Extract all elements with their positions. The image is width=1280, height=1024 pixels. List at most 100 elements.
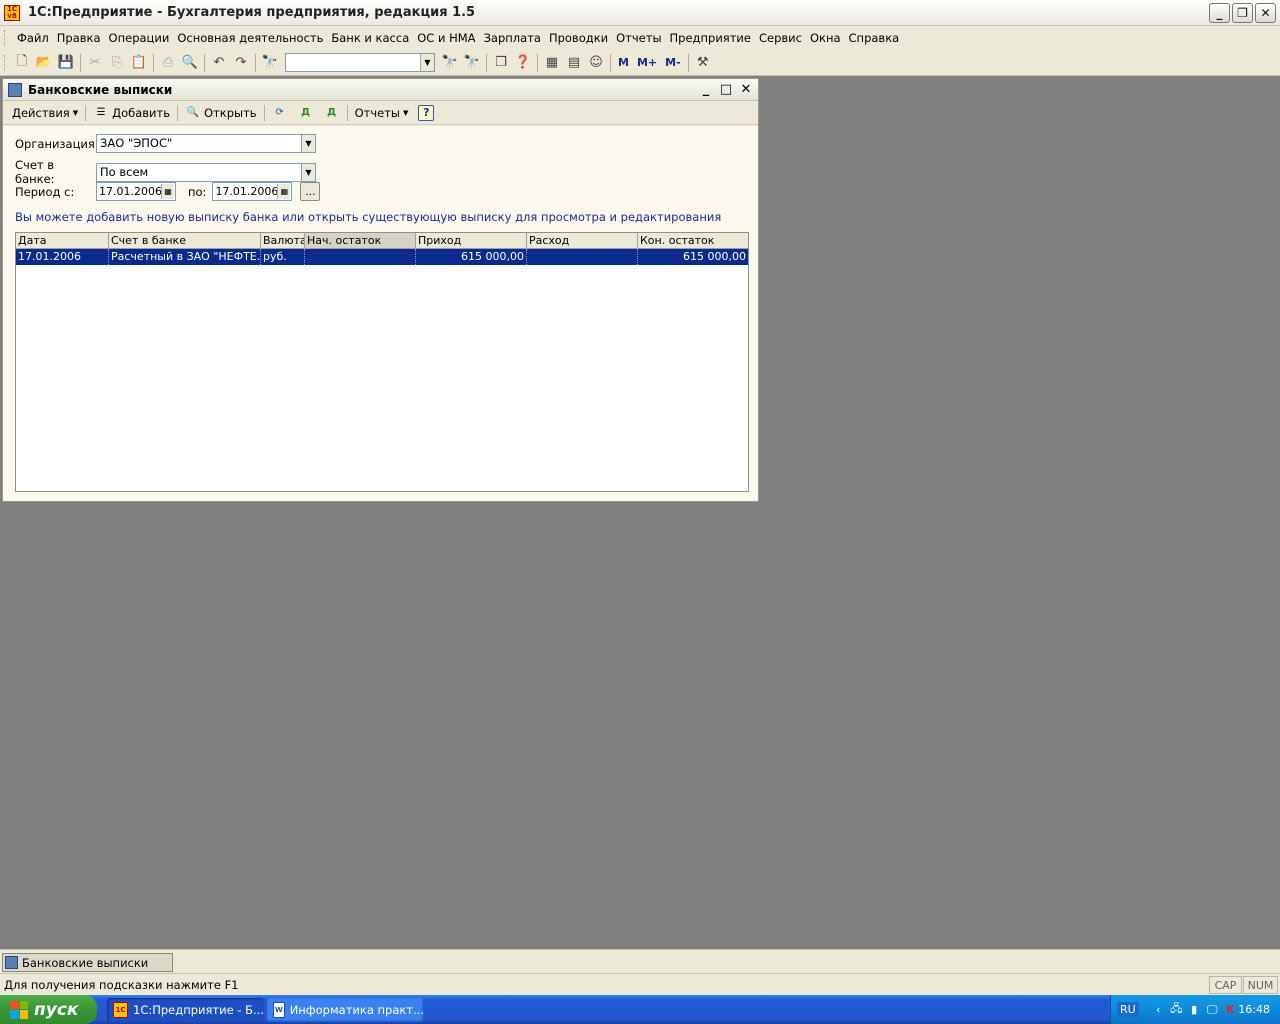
monitor-icon[interactable]: 🖵	[1205, 1002, 1220, 1017]
window-minimize-button[interactable]: _	[698, 81, 714, 97]
menu-service[interactable]: Сервис	[755, 31, 806, 45]
menu-salary[interactable]: Зарплата	[480, 31, 545, 45]
find-prev-icon[interactable]: 🔭	[461, 52, 483, 74]
undo-icon[interactable]: ↶	[208, 52, 230, 74]
taskbar-button-1c[interactable]: 1C 1С:Предприятие - Б...	[107, 998, 264, 1022]
column-expense[interactable]: Расход	[527, 233, 638, 248]
menu-windows[interactable]: Окна	[806, 31, 845, 45]
menu-entries[interactable]: Проводки	[545, 31, 612, 45]
dt-kt-button[interactable]: Д	[293, 105, 319, 121]
start-button[interactable]: пуск	[0, 995, 97, 1024]
language-indicator[interactable]: RU	[1117, 1002, 1139, 1017]
organization-field[interactable]: ЗАО "ЭПОС" ▼	[96, 134, 316, 153]
toolbar-separator	[687, 53, 689, 72]
menu-file[interactable]: Файл	[13, 31, 53, 45]
save-icon[interactable]: 💾	[55, 52, 77, 74]
open-file-icon[interactable]: 📂	[33, 52, 55, 74]
add-list-icon: ☰	[96, 107, 106, 118]
dt-kt-n-button[interactable]: Д	[319, 105, 345, 121]
search-combo[interactable]: ▼	[285, 53, 435, 72]
chevron-down-icon[interactable]: ▼	[301, 163, 315, 181]
cell-expense	[527, 249, 638, 265]
close-button[interactable]: ✕	[1255, 3, 1276, 23]
cell-currency: руб.	[261, 249, 305, 265]
column-currency[interactable]: Валюта	[261, 233, 305, 248]
reports-menu-button[interactable]: Отчеты ▼	[350, 106, 414, 120]
window-maximize-button[interactable]: □	[718, 81, 734, 97]
window-titlebar[interactable]: Банковские выписки _ □ ✕	[3, 79, 758, 101]
document-icon	[8, 82, 22, 97]
column-date[interactable]: Дата	[16, 233, 109, 248]
antivirus-icon[interactable]: K	[1223, 1002, 1238, 1017]
toolbar-separator	[85, 104, 87, 121]
refresh-button[interactable]: ⟳	[267, 105, 293, 121]
hint-text: Вы можете добавить новую выписку банка и…	[15, 210, 722, 224]
paste-icon[interactable]: 📋	[128, 52, 150, 74]
menu-reports[interactable]: Отчеты	[612, 31, 665, 45]
menu-help[interactable]: Справка	[845, 31, 904, 45]
windows-icon[interactable]: ❐	[490, 52, 512, 74]
print-preview-icon[interactable]: 🔍	[179, 52, 201, 74]
toolbar-separator	[255, 53, 256, 72]
minimize-button[interactable]: _	[1209, 3, 1230, 23]
table-header: Дата Счет в банке Валюта Нач. остаток Пр…	[16, 233, 748, 249]
restore-button[interactable]: ❐	[1232, 3, 1253, 23]
period-select-button[interactable]: ...	[300, 182, 321, 201]
column-income[interactable]: Приход	[416, 233, 527, 248]
chevron-down-icon[interactable]: ▼	[301, 135, 315, 152]
chevron-down-icon[interactable]: ▼	[420, 54, 434, 71]
toolbar-separator	[177, 104, 179, 121]
table-row[interactable]: 17.01.2006 Расчетный в ЗАО "НЕФТЕ... руб…	[16, 249, 748, 265]
window-tab-bank-statements[interactable]: Банковские выписки	[2, 953, 173, 972]
menu-main-activity[interactable]: Основная деятельность	[173, 31, 327, 45]
tools-icon[interactable]: ⚒	[692, 52, 714, 74]
memory-button[interactable]: M	[614, 56, 633, 69]
add-label: Добавить	[112, 105, 171, 120]
statements-table[interactable]: Дата Счет в банке Валюта Нач. остаток Пр…	[15, 232, 749, 492]
signal-icon[interactable]: ▮	[1187, 1002, 1202, 1017]
memory-minus-button[interactable]: M-	[661, 56, 685, 69]
user-icon[interactable]: ☺	[585, 52, 607, 74]
open-label: Открыть	[204, 105, 257, 120]
period-to-field[interactable]: 17.01.2006 ▦	[212, 182, 293, 201]
add-button[interactable]: ☰ Добавить	[88, 105, 175, 121]
menu-bar: Файл Правка Операции Основная деятельнос…	[0, 26, 1280, 50]
debit-credit-icon: Д	[301, 107, 311, 118]
redo-icon[interactable]: ↷	[230, 52, 252, 74]
menu-operations[interactable]: Операции	[105, 31, 174, 45]
calendar-icon[interactable]: ▦	[161, 184, 174, 199]
tray-expand-icon[interactable]: ‹	[1151, 1002, 1166, 1017]
print-icon[interactable]: ⎙	[157, 52, 179, 74]
toolbar-separator	[486, 53, 487, 72]
taskbar-button-word[interactable]: W Информатика практ...	[267, 998, 424, 1022]
calendar-icon[interactable]: ▦	[277, 184, 291, 199]
help-1c-icon[interactable]: ❓	[512, 52, 534, 74]
taskbar-button-word-label: Информатика практ...	[289, 1003, 424, 1017]
find-next-icon[interactable]: 🔭	[439, 52, 461, 74]
menu-bank-cash[interactable]: Банк и касса	[327, 31, 413, 45]
calendar-icon[interactable]: ▤	[563, 52, 585, 74]
actions-menu-button[interactable]: Действия ▼	[7, 106, 83, 120]
copy-icon[interactable]: ⎘	[106, 52, 128, 74]
column-end-balance[interactable]: Кон. остаток	[638, 233, 748, 248]
period-from-field[interactable]: 17.01.2006 ▦	[96, 182, 176, 201]
taskbar: пуск 1C 1С:Предприятие - Б... W Информат…	[0, 995, 1280, 1024]
help-button[interactable]: ?	[413, 104, 439, 121]
menu-enterprise[interactable]: Предприятие	[666, 31, 755, 45]
column-account[interactable]: Счет в банке	[109, 233, 261, 248]
menu-fixed-assets[interactable]: ОС и НМА	[413, 31, 479, 45]
memory-plus-button[interactable]: M+	[633, 56, 661, 69]
bank-account-field[interactable]: По всем ▼	[96, 162, 316, 182]
find-icon[interactable]: 🔭	[259, 52, 281, 74]
network-icon[interactable]: 🖧	[1169, 1002, 1184, 1017]
cut-icon[interactable]: ✂	[84, 52, 106, 74]
caret-down-icon: ▼	[402, 108, 409, 117]
column-start-balance[interactable]: Нач. остаток	[305, 233, 416, 248]
menu-edit[interactable]: Правка	[53, 31, 105, 45]
window-close-button[interactable]: ✕	[738, 81, 754, 97]
calculator-icon[interactable]: ▦	[541, 52, 563, 74]
cell-account: Расчетный в ЗАО "НЕФТЕ...	[111, 249, 261, 265]
new-document-icon[interactable]: 🗋	[11, 52, 33, 74]
app-titlebar[interactable]: 1C v8 1С:Предприятие - Бухгалтерия предп…	[0, 0, 1280, 26]
open-button[interactable]: 🔍 Открыть	[180, 105, 262, 121]
